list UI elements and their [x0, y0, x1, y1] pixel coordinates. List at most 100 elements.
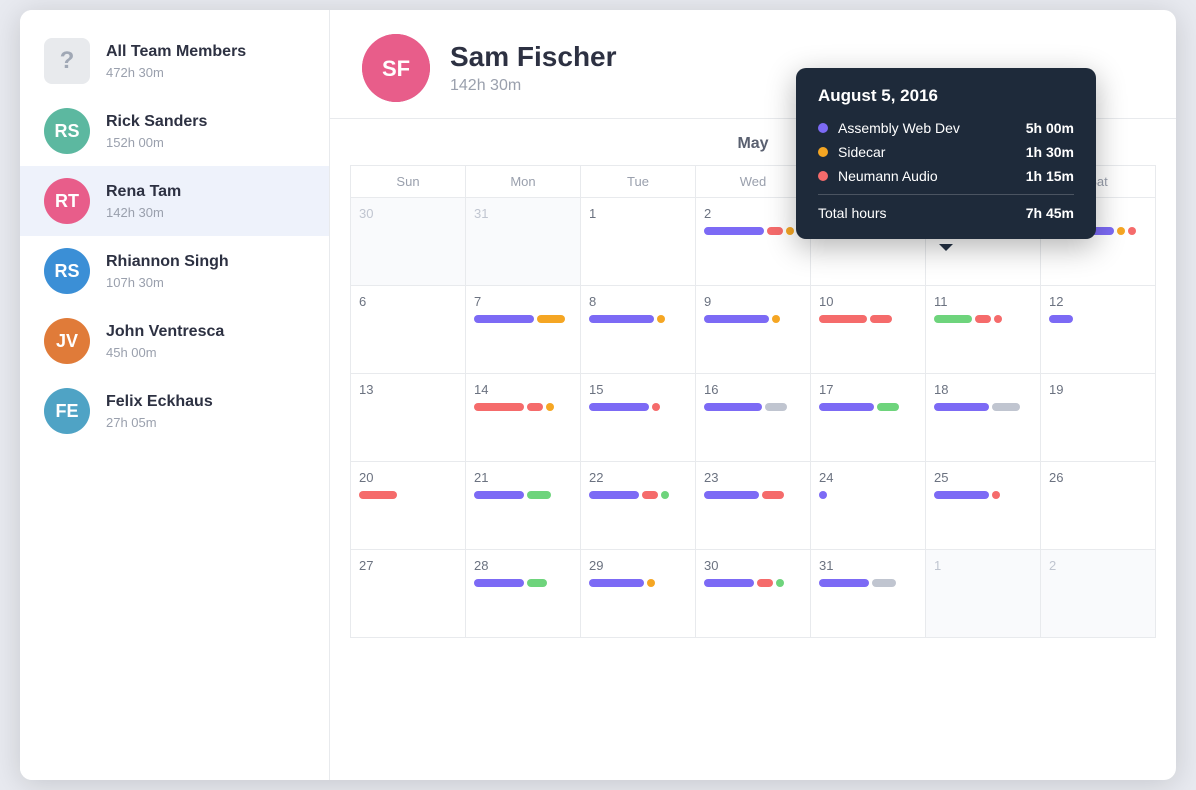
cal-cell-3-6[interactable]: 26 [1041, 462, 1156, 550]
cal-date: 14 [474, 382, 572, 397]
cal-date: 23 [704, 470, 802, 485]
cal-cell-4-5[interactable]: 1 [926, 550, 1041, 638]
cal-bars [819, 579, 917, 587]
cal-cell-1-1[interactable]: 7 [466, 286, 581, 374]
cal-date: 24 [819, 470, 917, 485]
cal-cell-0-3[interactable]: 2 [696, 198, 811, 286]
cal-cell-4-1[interactable]: 28 [466, 550, 581, 638]
cal-cell-4-4[interactable]: 31 [811, 550, 926, 638]
bar-row [474, 491, 572, 499]
tooltip-dot [818, 123, 828, 133]
dot-purple [819, 491, 827, 499]
cal-cell-2-5[interactable]: 18 [926, 374, 1041, 462]
bar-row [704, 315, 802, 323]
bar-pink [527, 403, 543, 411]
cal-cell-3-4[interactable]: 24 [811, 462, 926, 550]
avatar: RS [44, 248, 90, 294]
tooltip-label: Assembly Web Dev [838, 120, 1026, 136]
tooltip-time: 1h 15m [1026, 168, 1074, 184]
cal-cell-2-3[interactable]: 16 [696, 374, 811, 462]
cal-cell-3-1[interactable]: 21 [466, 462, 581, 550]
bar-row [589, 491, 687, 499]
bar-row [934, 403, 1032, 411]
cal-date: 22 [589, 470, 687, 485]
cal-day-header-sun: Sun [351, 166, 466, 198]
cal-cell-2-0[interactable]: 13 [351, 374, 466, 462]
bar-purple [819, 403, 874, 411]
cal-bars [1049, 315, 1147, 323]
bar-row [704, 579, 802, 587]
dot-pink [1128, 227, 1136, 235]
cal-cell-0-1[interactable]: 31 [466, 198, 581, 286]
cal-date: 31 [819, 558, 917, 573]
sidebar-item-2[interactable]: RT Rena Tam 142h 30m [20, 166, 329, 236]
cal-cell-3-3[interactable]: 23 [696, 462, 811, 550]
bar-purple [589, 491, 639, 499]
sidebar-item-5[interactable]: FE Felix Eckhaus 27h 05m [20, 376, 329, 446]
sidebar-hours: 45h 00m [106, 345, 305, 360]
cal-cell-2-1[interactable]: 14 [466, 374, 581, 462]
bar-purple [589, 315, 654, 323]
dot-pink [994, 315, 1002, 323]
cal-cell-4-0[interactable]: 27 [351, 550, 466, 638]
cal-cell-4-2[interactable]: 29 [581, 550, 696, 638]
avatar: RT [44, 178, 90, 224]
tooltip: August 5, 2016 Assembly Web Dev 5h 00m S… [796, 68, 1096, 239]
cal-cell-3-5[interactable]: 25 [926, 462, 1041, 550]
bar-row [819, 491, 917, 499]
cal-cell-1-4[interactable]: 10 [811, 286, 926, 374]
dot-orange [1117, 227, 1125, 235]
avatar: JV [44, 318, 90, 364]
cal-bars [589, 579, 687, 587]
cal-bars [474, 403, 572, 411]
cal-date: 30 [704, 558, 802, 573]
cal-cell-1-0[interactable]: 6 [351, 286, 466, 374]
tooltip-dot [818, 147, 828, 157]
sidebar-name: John Ventresca [106, 322, 305, 343]
cal-bars [474, 315, 572, 323]
bar-purple [704, 491, 759, 499]
tooltip-time: 5h 00m [1026, 120, 1074, 136]
tooltip-total-time: 7h 45m [1026, 205, 1074, 221]
cal-date: 27 [359, 558, 457, 573]
bar-row [934, 491, 1032, 499]
bar-row [819, 403, 917, 411]
bar-purple [474, 579, 524, 587]
cal-cell-4-3[interactable]: 30 [696, 550, 811, 638]
bar-orange [537, 315, 565, 323]
cal-cell-2-4[interactable]: 17 [811, 374, 926, 462]
sidebar-name: Rena Tam [106, 182, 305, 203]
bar-pink [642, 491, 658, 499]
bar-green [934, 315, 972, 323]
tooltip-dot [818, 171, 828, 181]
cal-bars [589, 491, 687, 499]
cal-cell-1-3[interactable]: 9 [696, 286, 811, 374]
cal-cell-3-2[interactable]: 22 [581, 462, 696, 550]
cal-cell-3-0[interactable]: 20 [351, 462, 466, 550]
cal-bars [819, 403, 917, 411]
cal-bars [934, 403, 1032, 411]
cal-cell-1-6[interactable]: 12 [1041, 286, 1156, 374]
cal-cell-0-2[interactable]: 1 [581, 198, 696, 286]
cal-cell-1-2[interactable]: 8 [581, 286, 696, 374]
cal-date: 26 [1049, 470, 1147, 485]
cal-cell-0-0[interactable]: 30 [351, 198, 466, 286]
cal-cell-1-5[interactable]: 11 [926, 286, 1041, 374]
cal-cell-4-6[interactable]: 2 [1041, 550, 1156, 638]
cal-date: 30 [359, 206, 457, 221]
sidebar-item-3[interactable]: RS Rhiannon Singh 107h 30m [20, 236, 329, 306]
dot-orange [647, 579, 655, 587]
sidebar-item-0[interactable]: ? All Team Members 472h 30m [20, 26, 329, 96]
sidebar-item-4[interactable]: JV John Ventresca 45h 00m [20, 306, 329, 376]
bar-row [819, 315, 917, 323]
bar-row [589, 403, 687, 411]
cal-cell-2-6[interactable]: 19 [1041, 374, 1156, 462]
bar-row [704, 403, 802, 411]
cal-bars [819, 491, 917, 499]
cal-date: 2 [704, 206, 802, 221]
app-container: ? All Team Members 472h 30m RS Rick Sand… [20, 10, 1176, 780]
cal-cell-2-2[interactable]: 15 [581, 374, 696, 462]
cal-bars [589, 403, 687, 411]
sidebar-item-1[interactable]: RS Rick Sanders 152h 00m [20, 96, 329, 166]
avatar: ? [44, 38, 90, 84]
